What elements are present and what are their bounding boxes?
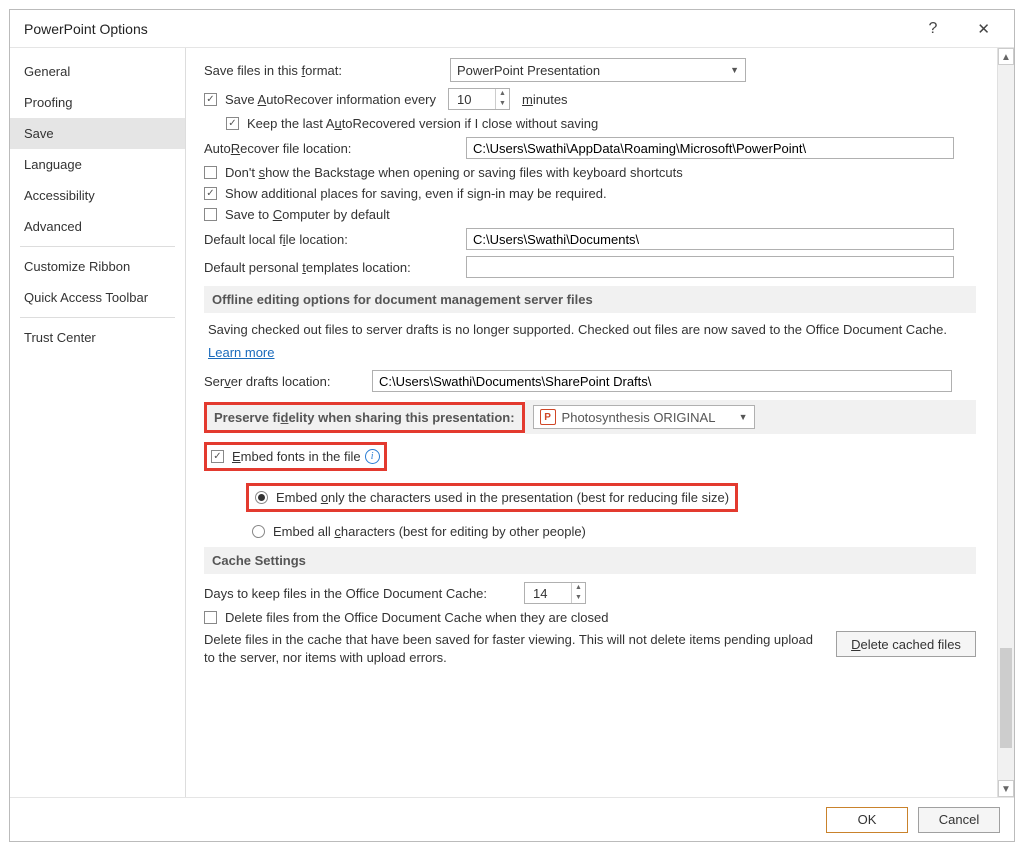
delete-info-text: Delete files in the cache that have been… (204, 631, 816, 667)
cancel-button[interactable]: Cancel (918, 807, 1000, 833)
save-format-label: Save files in this format: (204, 63, 450, 78)
embed-fonts-label: Embed fonts in the file (232, 449, 361, 464)
powerpoint-options-dialog: PowerPoint Options ? ✕ General Proofing … (9, 9, 1015, 842)
help-icon[interactable]: ? (919, 18, 948, 40)
show-additional-checkbox[interactable] (204, 187, 217, 200)
sidebar-item-customize-ribbon[interactable]: Customize Ribbon (10, 251, 185, 282)
autorecover-unit: minutes (522, 92, 568, 107)
scroll-thumb[interactable] (1000, 648, 1012, 748)
sidebar-item-quick-access[interactable]: Quick Access Toolbar (10, 282, 185, 313)
cache-days-spinner[interactable]: 14 ▲▼ (524, 582, 586, 604)
embed-all-radio[interactable] (252, 525, 265, 538)
powerpoint-file-icon: P (540, 409, 556, 425)
chevron-down-icon: ▼ (730, 65, 739, 75)
ok-button[interactable]: OK (826, 807, 908, 833)
show-additional-label: Show additional places for saving, even … (225, 186, 607, 201)
info-icon[interactable]: i (365, 449, 380, 464)
scroll-up-icon[interactable]: ▲ (998, 48, 1014, 65)
title-bar: PowerPoint Options ? ✕ (10, 10, 1014, 48)
save-computer-checkbox[interactable] (204, 208, 217, 221)
dont-show-backstage-label: Don't show the Backstage when opening or… (225, 165, 683, 180)
sidebar-item-trust-center[interactable]: Trust Center (10, 322, 185, 353)
sidebar-item-proofing[interactable]: Proofing (10, 87, 185, 118)
embed-only-used-radio[interactable] (255, 491, 268, 504)
save-computer-label: Save to Computer by default (225, 207, 390, 222)
default-local-label: Default local file location: (204, 232, 466, 247)
delete-closed-label: Delete files from the Office Document Ca… (225, 610, 608, 625)
keep-last-label: Keep the last AutoRecovered version if I… (247, 116, 598, 131)
server-drafts-input[interactable] (372, 370, 952, 392)
dont-show-backstage-checkbox[interactable] (204, 166, 217, 179)
delete-cached-files-button[interactable]: Delete cached files (836, 631, 976, 657)
autorecover-checkbox[interactable] (204, 93, 217, 106)
embed-all-label: Embed all characters (best for editing b… (273, 524, 586, 539)
cache-section-header: Cache Settings (204, 547, 976, 574)
sidebar: General Proofing Save Language Accessibi… (10, 48, 186, 797)
sidebar-item-accessibility[interactable]: Accessibility (10, 180, 185, 211)
learn-more-link[interactable]: Learn more (208, 345, 274, 360)
delete-closed-checkbox[interactable] (204, 611, 217, 624)
server-drafts-label: Server drafts location: (204, 374, 372, 389)
vertical-scrollbar[interactable]: ▲ ▼ (997, 48, 1014, 797)
ar-location-label: AutoRecover file location: (204, 141, 466, 156)
chevron-down-icon: ▼ (739, 412, 748, 422)
autorecover-label: Save AutoRecover information every (225, 92, 436, 107)
offline-info-text: Saving checked out files to server draft… (208, 321, 976, 339)
default-personal-label: Default personal templates location: (204, 260, 466, 275)
sidebar-item-save[interactable]: Save (10, 118, 185, 149)
content-pane: Save files in this format: PowerPoint Pr… (186, 48, 994, 797)
scroll-down-icon[interactable]: ▼ (998, 780, 1014, 797)
default-local-input[interactable] (466, 228, 954, 250)
autorecover-spinner[interactable]: 10 ▲▼ (448, 88, 510, 110)
keep-last-checkbox[interactable] (226, 117, 239, 130)
ar-location-input[interactable] (466, 137, 954, 159)
sidebar-item-language[interactable]: Language (10, 149, 185, 180)
dialog-title: PowerPoint Options (24, 21, 919, 37)
save-format-dropdown[interactable]: PowerPoint Presentation ▼ (450, 58, 746, 82)
preserve-section-header: Preserve fidelity when sharing this pres… (204, 402, 525, 433)
button-bar: OK Cancel (10, 797, 1014, 841)
close-icon[interactable]: ✕ (967, 18, 1000, 40)
preserve-doc-dropdown[interactable]: P Photosynthesis ORIGINAL ▼ (533, 405, 755, 429)
embed-fonts-checkbox[interactable] (211, 450, 224, 463)
sidebar-item-advanced[interactable]: Advanced (10, 211, 185, 242)
offline-section-header: Offline editing options for document man… (204, 286, 976, 313)
sidebar-item-general[interactable]: General (10, 56, 185, 87)
embed-only-used-label: Embed only the characters used in the pr… (276, 490, 729, 505)
default-personal-input[interactable] (466, 256, 954, 278)
cache-days-label: Days to keep files in the Office Documen… (204, 586, 524, 601)
